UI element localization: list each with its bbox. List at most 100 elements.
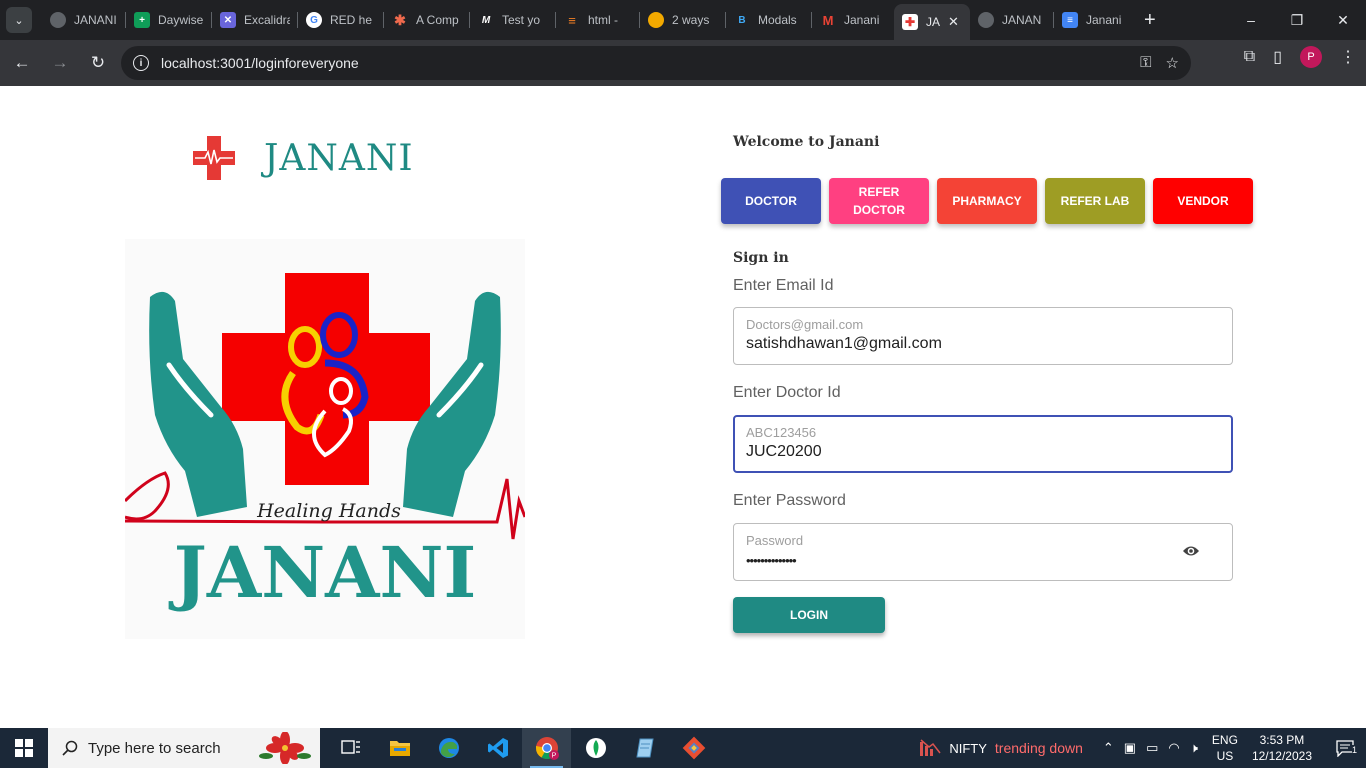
chevron-up-icon[interactable]: ⌃ — [1103, 740, 1114, 756]
login-button[interactable]: LOGIN — [733, 597, 885, 633]
browser-tab[interactable]: JANANI — [42, 0, 126, 40]
close-window-icon[interactable]: ✕ — [1320, 0, 1366, 40]
google-icon: G — [306, 12, 322, 28]
back-icon[interactable]: ← — [4, 45, 40, 81]
eye-icon[interactable] — [1182, 544, 1200, 558]
email-field[interactable]: Doctors@gmail.com satishdhawan1@gmail.co… — [733, 307, 1233, 365]
role-button-doctor[interactable]: DOCTOR — [721, 178, 821, 224]
tab-title: Janani — [844, 13, 880, 27]
browser-tab[interactable]: M Janani — [812, 0, 894, 40]
logo-tagline: Healing Hands — [256, 500, 401, 522]
task-view-icon — [340, 740, 360, 754]
taskbar-app-edge[interactable] — [424, 728, 473, 768]
svg-text:P: P — [551, 753, 556, 760]
window-controls: – ❐ ✕ — [1228, 0, 1366, 40]
input-language[interactable]: ENG US — [1212, 732, 1238, 764]
site-info-icon[interactable]: i — [133, 55, 149, 71]
reload-icon[interactable]: ↻ — [80, 45, 116, 81]
clock-time: 3:53 PM — [1259, 733, 1305, 747]
gmail-icon: M — [822, 12, 834, 28]
doctor-id-placeholder: ABC123456 — [746, 425, 817, 440]
doctor-id-value[interactable]: JUC20200 — [746, 443, 822, 461]
meet-now-icon[interactable]: ▣ — [1124, 740, 1136, 756]
tab-search-button[interactable]: ⌄ — [6, 7, 32, 33]
brand-title: JANANI — [264, 137, 414, 179]
password-label: Enter Password — [733, 492, 846, 509]
role-button-refer-lab[interactable]: REFER LAB — [1045, 178, 1145, 224]
doctor-id-field[interactable]: ABC123456 JUC20200 — [733, 415, 1233, 473]
sheets-icon: + — [134, 12, 150, 28]
address-bar[interactable]: i localhost:3001/loginforeveryone ⚿ ☆ — [121, 46, 1191, 80]
battery-icon[interactable]: ▭ — [1146, 740, 1158, 756]
wifi-icon[interactable]: ◠ — [1168, 740, 1179, 756]
key-icon[interactable]: ⚿ — [1140, 54, 1151, 72]
extensions-icon[interactable]: ⧉ — [1244, 48, 1255, 66]
asterisk-icon: ✱ — [394, 11, 406, 28]
role-button-refer-doctor[interactable]: REFER DOCTOR — [829, 178, 929, 224]
globe-icon — [50, 12, 66, 28]
taskbar-app-notepad[interactable] — [620, 728, 669, 768]
welcome-heading: Welcome to Janani — [733, 134, 880, 150]
volume-icon[interactable]: 🕨 — [1190, 740, 1198, 756]
browser-tab[interactable]: B Modals — [726, 0, 812, 40]
restore-icon[interactable]: ❐ — [1274, 0, 1320, 40]
search-icon — [62, 740, 78, 756]
side-panel-icon[interactable]: ▯ — [1273, 47, 1282, 67]
profile-avatar[interactable]: P — [1300, 46, 1322, 68]
ticker-name: NIFTY — [949, 740, 987, 756]
url-text[interactable]: localhost:3001/loginforeveryone — [161, 55, 359, 71]
taskbar-app-chrome[interactable]: P — [522, 728, 571, 768]
excalidraw-icon: ✕ — [220, 12, 236, 28]
taskbar-search[interactable]: Type here to search — [48, 728, 320, 768]
forward-icon[interactable]: → — [42, 45, 78, 81]
email-placeholder: Doctors@gmail.com — [746, 317, 864, 332]
docs-icon: ≡ — [1062, 12, 1078, 28]
role-selector: DOCTOR REFER DOCTOR PHARMACY REFER LAB V… — [721, 178, 1253, 224]
taskbar: Type here to search P NIFTY trending dow… — [0, 728, 1366, 768]
clock-date: 12/12/2023 — [1251, 749, 1312, 763]
browser-tab[interactable]: + Daywise — [126, 0, 212, 40]
vscode-icon — [487, 738, 508, 758]
taskbar-app-mongodb[interactable] — [571, 728, 620, 768]
role-button-vendor[interactable]: VENDOR — [1153, 178, 1253, 224]
browser-tab[interactable]: 2 ways — [640, 0, 726, 40]
taskbar-app-vscode[interactable] — [473, 728, 522, 768]
password-placeholder: Password — [746, 533, 804, 548]
email-value[interactable]: satishdhawan1@gmail.com — [746, 335, 942, 353]
circle-icon — [648, 12, 664, 28]
notification-count: 1 — [1351, 745, 1357, 755]
menu-kebab-icon[interactable]: ⋮ — [1340, 47, 1356, 67]
logo-wordmark: JANANI — [168, 531, 476, 614]
browser-tab[interactable]: JANAN — [970, 0, 1054, 40]
taskbar-app-git[interactable] — [669, 728, 718, 768]
start-button[interactable] — [0, 728, 48, 768]
tab-title: html - — [588, 13, 618, 27]
stackoverflow-icon: ≡ — [568, 12, 576, 28]
browser-tab[interactable]: ✱ A Comp — [384, 0, 470, 40]
stock-widget[interactable]: NIFTY trending down — [919, 738, 1083, 758]
system-tray: NIFTY trending down ⌃ ▣ ▭ ◠ 🕨 ENG US 3:5… — [919, 728, 1366, 768]
star-icon[interactable]: ☆ — [1166, 54, 1179, 72]
new-tab-icon[interactable]: + — [1144, 9, 1156, 32]
minimize-icon[interactable]: – — [1228, 0, 1274, 40]
browser-tab[interactable]: ≡ Janani — [1054, 0, 1136, 40]
browser-tab[interactable]: ≡ html - — [556, 0, 640, 40]
tab-title: Daywise — [158, 13, 204, 27]
role-button-pharmacy[interactable]: PHARMACY — [937, 178, 1037, 224]
password-value[interactable]: •••••••••••••• — [746, 553, 797, 568]
notepad-icon — [635, 738, 654, 758]
clock[interactable]: 3:53 PM 12/12/2023 — [1252, 732, 1312, 764]
task-view-button[interactable] — [326, 728, 375, 768]
browser-tab[interactable]: M Test yo — [470, 0, 556, 40]
language-code: ENG — [1211, 733, 1238, 747]
notification-center[interactable]: 1 — [1330, 739, 1360, 757]
browser-tab[interactable]: G RED he — [298, 0, 384, 40]
browser-tab[interactable]: ✕ Excalidraw — [212, 0, 298, 40]
taskbar-app-file-explorer[interactable] — [375, 728, 424, 768]
tab-title: A Comp — [416, 13, 459, 27]
password-field[interactable]: Password •••••••••••••• — [733, 523, 1233, 581]
close-tab-icon[interactable]: ✕ — [948, 14, 959, 30]
browser-tab-active[interactable]: ✚ JA ✕ — [894, 4, 970, 40]
janani-icon: ✚ — [902, 14, 918, 30]
tray-icons: ⌃ ▣ ▭ ◠ 🕨 — [1103, 740, 1198, 756]
